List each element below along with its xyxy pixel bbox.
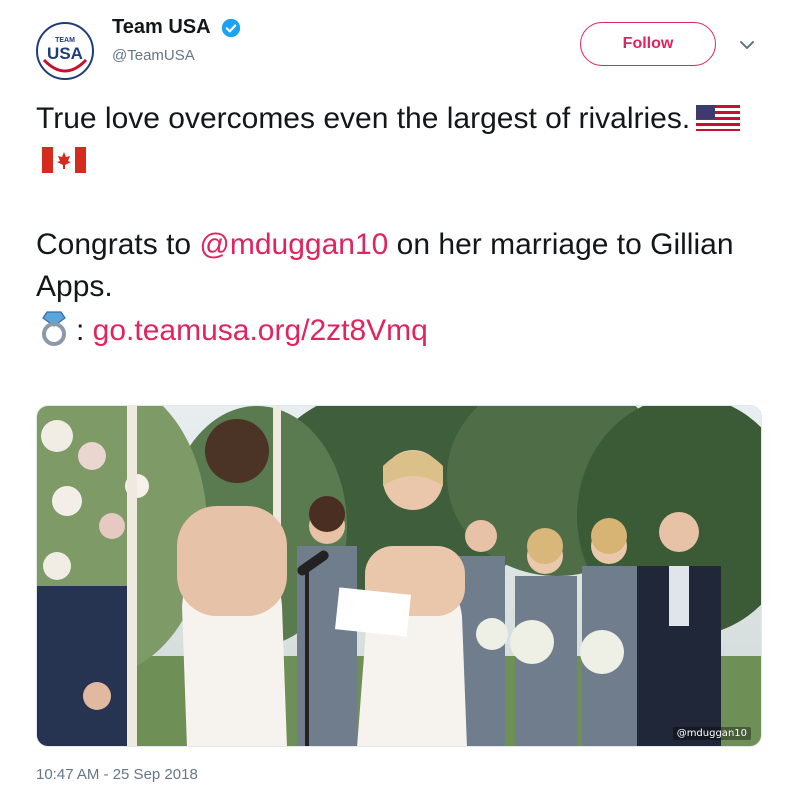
mention-link[interactable]: @mduggan10 xyxy=(199,228,388,261)
canada-flag-emoji xyxy=(42,147,86,173)
url-link[interactable]: go.teamusa.org/2zt8Vmq xyxy=(93,314,428,347)
display-name[interactable]: Team USA xyxy=(112,16,211,39)
tweet-header: TEAM USA Team USA @TeamUSA Follow xyxy=(36,14,766,84)
author-block: Team USA @TeamUSA xyxy=(112,16,241,64)
tweet-line-1-text: True love overcomes even the largest of … xyxy=(36,102,691,135)
handle[interactable]: @TeamUSA xyxy=(112,47,241,64)
congrats-prefix: Congrats to xyxy=(36,228,200,261)
team-usa-logo-icon: TEAM USA xyxy=(39,25,91,77)
tweet-text: True love overcomes even the largest of … xyxy=(36,98,776,352)
wedding-photo-image xyxy=(37,406,761,746)
ring-colon: : xyxy=(76,314,93,347)
avatar-text-top: TEAM xyxy=(55,37,75,44)
chevron-down-icon[interactable] xyxy=(738,36,756,54)
avatar[interactable]: TEAM USA xyxy=(36,22,94,80)
tweet-line-2: Congrats to @mduggan10 on her marriage t… xyxy=(36,224,776,308)
avatar-text-main: USA xyxy=(47,44,83,63)
verified-badge-icon xyxy=(221,18,241,37)
tweet-photo[interactable]: @mduggan10 xyxy=(36,405,762,747)
us-flag-emoji xyxy=(696,105,741,131)
follow-button[interactable]: Follow xyxy=(580,22,716,66)
image-watermark: @mduggan10 xyxy=(672,727,751,740)
tweet-line-1: True love overcomes even the largest of … xyxy=(36,98,776,182)
tweet-line-3: : go.teamusa.org/2zt8Vmq xyxy=(36,308,776,352)
tweet-timestamp[interactable]: 10:47 AM - 25 Sep 2018 xyxy=(36,766,198,783)
ring-emoji xyxy=(42,311,66,346)
